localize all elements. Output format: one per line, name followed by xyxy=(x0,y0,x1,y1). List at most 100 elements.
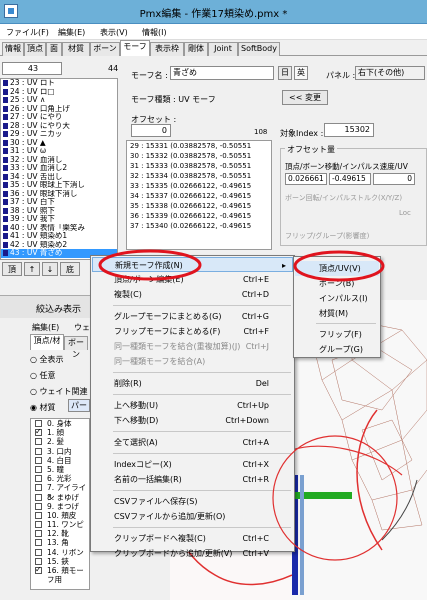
offset-list[interactable]: 29 : 15331 (0.03882578, -0.50551 30 : 153… xyxy=(126,140,272,250)
material-checklist[interactable]: 0. 身体1. 顔2. 髪3. 口内4. 白目5. 瞳6. 光彩7. アイライン… xyxy=(30,418,90,590)
context-menu-item[interactable]: 全て選択(A) Ctrl+A xyxy=(92,435,293,450)
material-checkbox[interactable] xyxy=(35,456,42,464)
offset-y-field[interactable]: -0.49615 xyxy=(329,173,371,185)
material-checkbox[interactable] xyxy=(35,565,42,574)
morph-list-item[interactable]: 42 : UV 頬染め2 xyxy=(1,241,117,250)
material-item[interactable]: 3. 口内 xyxy=(31,447,89,456)
panel-select[interactable]: 右下(その他) xyxy=(355,66,425,80)
material-checkbox[interactable] xyxy=(35,438,42,446)
material-item[interactable]: 10. 頬皮 xyxy=(31,511,89,520)
morph-list-item[interactable]: 33 : UV 血消し2 xyxy=(1,164,117,173)
context-menu-item[interactable]: Indexコピー(X) Ctrl+X xyxy=(92,457,293,472)
context-menu-item[interactable]: クリップボードから追加/更新(V) Ctrl+V xyxy=(92,546,293,561)
material-checkbox[interactable] xyxy=(35,447,42,455)
offset-z-field[interactable]: 0 xyxy=(373,173,415,185)
offset-row[interactable]: 33 : 15335 (0.02666122, -0.49615 xyxy=(127,181,271,191)
tab-vertex[interactable]: 頂点 xyxy=(24,42,46,56)
submenu-item[interactable]: フリップ(F) xyxy=(295,327,379,342)
material-item[interactable]: 11. ワンピ xyxy=(31,520,89,529)
move-down-button[interactable]: ↓ xyxy=(42,262,58,276)
context-menu-item[interactable]: 削除(R) Del xyxy=(92,376,293,391)
morph-list-item[interactable]: 34 : UV 舌出し xyxy=(1,173,117,182)
offset-row[interactable]: 35 : 15338 (0.02666122, -0.49615 xyxy=(127,201,271,211)
offset-row[interactable]: 36 : 15339 (0.02666122, -0.49615 xyxy=(127,211,271,221)
context-menu-item[interactable]: 新規モーフ作成(N) ▸ xyxy=(92,257,293,272)
morph-list-item[interactable]: 32 : UV 血消し xyxy=(1,156,117,165)
filter-menu-weight[interactable]: ウェ xyxy=(74,322,90,333)
menu-file[interactable]: ファイル(F) xyxy=(6,27,49,38)
material-checkbox[interactable] xyxy=(35,511,42,519)
material-item[interactable]: 16. 頬モーフ用 xyxy=(31,565,89,584)
change-button[interactable]: << 変更 xyxy=(282,90,328,105)
material-checkbox[interactable] xyxy=(35,521,42,529)
context-menu-item[interactable]: CSVファイルへ保存(S) xyxy=(92,494,293,509)
context-menu-item[interactable]: 複製(C) Ctrl+D xyxy=(92,287,293,302)
morph-name-field[interactable]: 青ざめ xyxy=(170,66,274,80)
submenu-item[interactable]: ボーン(B) xyxy=(295,276,379,291)
tab-softbody[interactable]: SoftBody xyxy=(238,42,280,56)
context-menu-item[interactable]: 頂点/ボーン編集(E) Ctrl+E xyxy=(92,272,293,287)
index-field[interactable]: 43 xyxy=(2,62,62,75)
morph-list-item[interactable]: 40 : UV 表情「樂笑み xyxy=(1,224,117,233)
tab-morph[interactable]: モーフ xyxy=(120,40,150,56)
morph-list-item[interactable]: 29 : UV ニカッ xyxy=(1,130,117,139)
morph-list-item[interactable]: 28 : UV にやり大 xyxy=(1,122,117,131)
material-item[interactable]: 6. 光彩 xyxy=(31,474,89,483)
material-checkbox[interactable] xyxy=(35,493,42,501)
material-checkbox[interactable] xyxy=(35,557,42,565)
material-item[interactable]: 2. 髪 xyxy=(31,437,89,446)
radio-any[interactable]: ○ 任意 xyxy=(30,370,56,381)
submenu-item[interactable]: 頂点/UV(V) xyxy=(295,261,379,276)
material-checkbox[interactable] xyxy=(35,484,42,492)
menu-edit[interactable]: 編集(E) xyxy=(58,27,85,38)
offset-row[interactable]: 37 : 15340 (0.02666122, -0.49615 xyxy=(127,221,271,231)
material-item[interactable]: 8. まゆげ xyxy=(31,493,89,502)
morph-list-item[interactable]: 39 : UV 我下 xyxy=(1,215,117,224)
offset-row[interactable]: 31 : 15333 (0.03882578, -0.50551 xyxy=(127,161,271,171)
material-item[interactable]: 4. 白目 xyxy=(31,456,89,465)
tab-rigid-body[interactable]: 剛体 xyxy=(184,42,208,56)
offset-row[interactable]: 34 : 15337 (0.02666122, -0.49615 xyxy=(127,191,271,201)
tab-info[interactable]: 情報 xyxy=(2,42,24,56)
submenu-item[interactable]: 材質(M) xyxy=(295,306,379,321)
material-item[interactable]: 1. 顔 xyxy=(31,427,89,437)
material-item[interactable]: 7. アイライン xyxy=(31,483,89,502)
material-item[interactable]: 9. まつげ xyxy=(31,502,89,511)
move-up-button[interactable]: ↑ xyxy=(24,262,40,276)
tab-material[interactable]: 材質 xyxy=(62,42,90,56)
filter-menu-edit[interactable]: 編集(E) xyxy=(32,322,59,333)
morph-list[interactable]: 23 : UV ロト 24 : UV ロ□ 25 : UV ∧ 26 : UV 口角上… xyxy=(0,78,118,260)
tab-bone[interactable]: ボーン xyxy=(90,42,120,56)
context-menu-item[interactable]: フリップモーフにまとめる(F) Ctrl+F xyxy=(92,324,293,339)
material-checkbox[interactable] xyxy=(35,539,42,547)
context-menu-item[interactable]: CSVファイルから追加/更新(O) xyxy=(92,509,293,524)
submenu-item[interactable]: インパルス(I) xyxy=(295,291,379,306)
morph-list-item[interactable]: 38 : UV 照下 xyxy=(1,207,117,216)
material-checkbox[interactable] xyxy=(35,475,42,483)
offset-row[interactable]: 29 : 15331 (0.03882578, -0.50551 xyxy=(127,141,271,151)
morph-list-item[interactable]: 27 : UV にやり xyxy=(1,113,117,122)
morph-list-item[interactable]: 31 : UV ω xyxy=(1,147,117,156)
loc-checkbox-label[interactable]: Loc xyxy=(399,209,411,217)
offset-index-field[interactable]: 0 xyxy=(131,124,171,137)
material-item[interactable]: 13. 角 xyxy=(31,538,89,547)
tab-display-frame[interactable]: 表示枠 xyxy=(150,42,184,56)
material-item[interactable]: 5. 瞳 xyxy=(31,465,89,474)
morph-list-item[interactable]: 30 : UV ▲ xyxy=(1,139,117,148)
radio-material[interactable]: ◉ 材質 xyxy=(30,402,56,413)
tab-face[interactable]: 面 xyxy=(46,42,62,56)
lang-jp-button[interactable]: 日 xyxy=(278,66,292,80)
context-menu-item[interactable]: 下へ移動(D) Ctrl+Down xyxy=(92,413,293,428)
context-menu-item[interactable]: クリップボードへ複製(C) Ctrl+C xyxy=(92,531,293,546)
filter-tab-bone[interactable]: ボーン xyxy=(64,336,88,359)
material-checkbox[interactable] xyxy=(35,427,42,436)
context-menu-item[interactable]: グループモーフにまとめる(G) Ctrl+G xyxy=(92,309,293,324)
radio-weight[interactable]: ○ ウェイト関連 xyxy=(30,386,88,397)
material-combo[interactable]: パー xyxy=(68,399,90,412)
filter-tab-vertex[interactable]: 頂点/材 xyxy=(30,334,64,350)
offset-row[interactable]: 32 : 15334 (0.03882578, -0.50551 xyxy=(127,171,271,181)
menu-view[interactable]: 表示(V) xyxy=(100,27,128,38)
menu-info[interactable]: 情報(I) xyxy=(142,27,167,38)
material-checkbox[interactable] xyxy=(35,502,42,510)
morph-list-item[interactable]: 36 : UV 眼球下消し xyxy=(1,190,117,199)
